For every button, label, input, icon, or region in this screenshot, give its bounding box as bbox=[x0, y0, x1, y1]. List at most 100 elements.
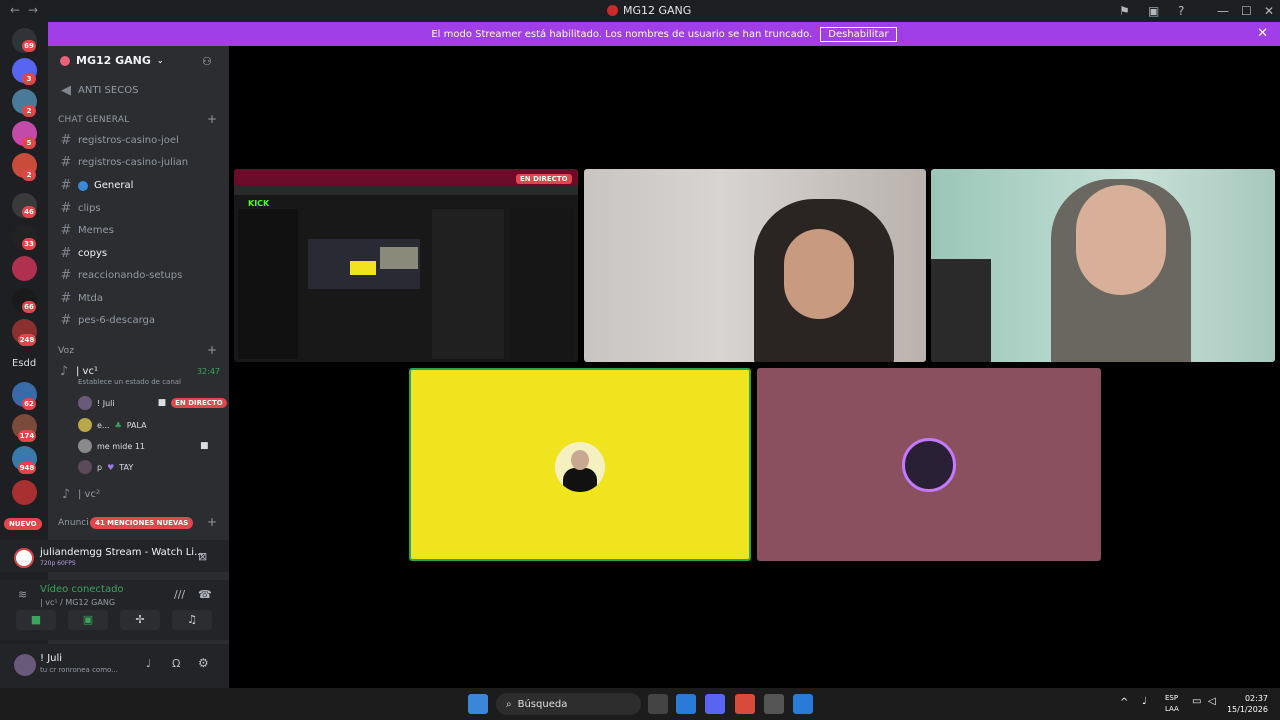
close-button[interactable]: ✕ bbox=[1264, 4, 1274, 18]
channel-status[interactable]: Establece un estado de canal bbox=[78, 378, 181, 386]
channel-item[interactable]: # registros-casino-joel bbox=[60, 133, 179, 148]
network-icon[interactable]: ▭ bbox=[1192, 696, 1201, 707]
channel-item[interactable]: # clips bbox=[60, 201, 101, 216]
chevron-up-icon[interactable]: ^ bbox=[1120, 697, 1128, 708]
app-icon[interactable] bbox=[764, 694, 784, 714]
noise-suppression-icon[interactable]: /// bbox=[174, 588, 185, 601]
help-icon[interactable]: ? bbox=[1178, 4, 1184, 18]
stop-stream-icon[interactable]: ⊠ bbox=[198, 550, 207, 563]
category-chat-general[interactable]: CHAT GENERAL bbox=[58, 115, 129, 125]
stream-title: juliandemgg Stream - Watch Li... bbox=[40, 547, 204, 558]
close-icon[interactable]: ✕ bbox=[1257, 26, 1268, 41]
disconnect-icon[interactable]: ☎ bbox=[198, 588, 212, 601]
chevron-down-icon: ⌄ bbox=[156, 56, 164, 65]
volume-icon[interactable]: ◁ bbox=[1208, 696, 1216, 707]
voice-user[interactable]: e... ♣ PALA bbox=[78, 418, 147, 432]
hash-icon: # bbox=[60, 313, 72, 328]
channel-item[interactable]: # reaccionando-setups bbox=[60, 268, 183, 283]
camera-button[interactable]: ■ bbox=[16, 610, 56, 630]
forward-icon[interactable]: → bbox=[28, 3, 38, 17]
stream-tile[interactable]: EN DIRECTO KICK bbox=[234, 169, 578, 362]
add-channel-icon[interactable]: + bbox=[207, 112, 217, 126]
maximize-button[interactable]: ☐ bbox=[1241, 4, 1252, 18]
live-badge: EN DIRECTO bbox=[516, 174, 572, 184]
badge: 3 bbox=[22, 73, 36, 85]
signal-icon[interactable]: ≋ bbox=[18, 588, 27, 601]
hash-icon: # bbox=[60, 133, 72, 148]
task-view-icon[interactable] bbox=[648, 694, 668, 714]
taskbar: ⌕ Búsqueda ^ ♩ ESP LAA ▭ ◁ 02:37 15/1/2026 bbox=[0, 688, 1280, 720]
server-label[interactable]: Esdd bbox=[12, 358, 36, 369]
start-icon[interactable] bbox=[468, 694, 488, 714]
guild-header[interactable]: MG12 GANG ⌄ bbox=[60, 54, 164, 67]
badge: 66 bbox=[22, 301, 36, 313]
avatar[interactable] bbox=[14, 654, 36, 676]
badge: 174 bbox=[18, 430, 36, 442]
category-voz[interactable]: Voz bbox=[58, 346, 74, 356]
back-icon[interactable]: ← bbox=[10, 3, 20, 17]
channel-item[interactable]: # registros-casino-julian bbox=[60, 155, 189, 170]
disable-streamer-button[interactable]: Deshabilitar bbox=[820, 26, 897, 42]
username: ! Juli bbox=[40, 653, 63, 664]
avatar bbox=[902, 438, 956, 492]
hash-icon: # bbox=[60, 201, 72, 216]
channel-item[interactable]: # Mtda bbox=[60, 291, 103, 306]
inbox-icon[interactable]: ⚑ bbox=[1119, 4, 1130, 18]
voice-channel-vc1[interactable]: ♪ | vc¹ 32:47 bbox=[58, 364, 220, 379]
badge: 948 bbox=[18, 462, 36, 474]
leaf-icon: ♣ bbox=[114, 420, 122, 430]
voice-user[interactable]: me mide 11 ■ bbox=[78, 439, 209, 453]
avatar-tile-speaking[interactable] bbox=[409, 368, 751, 561]
screen-icon[interactable]: ▣ bbox=[1148, 4, 1159, 18]
activities-button[interactable]: ✢ bbox=[120, 610, 160, 630]
mic-icon[interactable]: ♩ bbox=[1142, 696, 1147, 707]
channel-item[interactable]: # pes-6-descarga bbox=[60, 313, 156, 328]
channel-item[interactable]: # Memes bbox=[60, 223, 114, 238]
hash-icon: # bbox=[60, 178, 72, 193]
hash-icon: # bbox=[60, 155, 72, 170]
language-indicator[interactable]: ESP LAA bbox=[1165, 693, 1179, 715]
app-icon[interactable] bbox=[793, 694, 813, 714]
monitor bbox=[931, 259, 991, 362]
mentions-badge[interactable]: 41 MENCIONES NUEVAS bbox=[90, 517, 194, 529]
badge: 248 bbox=[18, 334, 36, 346]
channel-item-general[interactable]: # General bbox=[60, 178, 134, 193]
speaker-icon: ♪ bbox=[61, 487, 71, 502]
chat-panel bbox=[432, 209, 504, 359]
avatar bbox=[555, 442, 605, 492]
avatar bbox=[78, 418, 92, 432]
server-icon[interactable] bbox=[12, 480, 37, 505]
camera-tile-1[interactable] bbox=[584, 169, 926, 362]
camera-tile-2[interactable] bbox=[931, 169, 1275, 362]
search-box[interactable]: ⌕ Búsqueda bbox=[496, 693, 641, 715]
cam-preview bbox=[380, 247, 418, 269]
mic-icon[interactable]: ♩ bbox=[146, 657, 151, 670]
avatar bbox=[78, 439, 92, 453]
browser-addressbar bbox=[234, 185, 578, 195]
screen-share-button[interactable]: ▣ bbox=[68, 610, 108, 630]
category-announcements[interactable]: Anunci bbox=[58, 518, 89, 528]
voice-channel-vc2[interactable]: ♪ | vc² bbox=[60, 487, 100, 502]
minimize-button[interactable]: — bbox=[1217, 4, 1229, 18]
soundboard-button[interactable]: ♫ bbox=[172, 610, 212, 630]
settings-icon[interactable]: ⚙ bbox=[198, 656, 209, 670]
discord-icon[interactable] bbox=[705, 694, 725, 714]
clock[interactable]: 02:37 15/1/2026 bbox=[1227, 693, 1268, 715]
channel-item[interactable]: # copys bbox=[60, 246, 108, 261]
new-badge[interactable]: NUEVO bbox=[4, 518, 42, 530]
copilot-icon[interactable] bbox=[676, 694, 696, 714]
face bbox=[784, 229, 854, 319]
add-channel-icon[interactable]: + bbox=[207, 515, 217, 529]
user-panel: ! Juli tu cr ronronea como... ♩ Ω ⚙ bbox=[0, 644, 229, 688]
channel-anti-secos[interactable]: ◀ ANTI SECOS bbox=[60, 83, 138, 98]
voice-user[interactable]: ! Juli ■ EN DIRECTO bbox=[78, 396, 227, 410]
globe-icon bbox=[78, 180, 88, 191]
chrome-icon[interactable] bbox=[735, 694, 755, 714]
avatar-tile[interactable] bbox=[757, 368, 1101, 561]
headphones-icon[interactable]: Ω bbox=[172, 657, 180, 670]
add-channel-icon[interactable]: + bbox=[207, 343, 217, 357]
search-icon: ⌕ bbox=[506, 698, 512, 710]
invite-icon[interactable]: ⚇ bbox=[202, 55, 212, 68]
voice-user[interactable]: p ♥ TAY bbox=[78, 460, 133, 474]
server-icon[interactable] bbox=[12, 256, 37, 281]
